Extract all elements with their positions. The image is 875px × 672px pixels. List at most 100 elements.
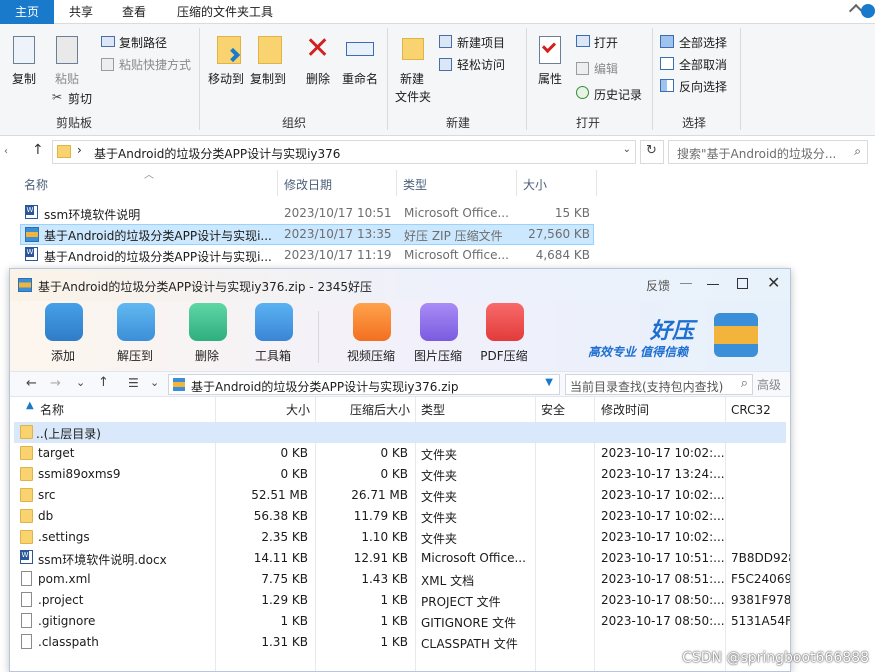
delete-button[interactable]: 删除: [172, 301, 242, 371]
column-header-name[interactable]: 名称: [24, 176, 48, 193]
tab-view[interactable]: 查看: [110, 0, 158, 24]
column-divider[interactable]: [516, 170, 517, 196]
back-arrow-icon[interactable]: ‹: [4, 146, 8, 157]
extract-to-button[interactable]: 解压到: [100, 301, 170, 371]
search-icon[interactable]: ⌕: [741, 376, 748, 391]
close-icon[interactable]: ✕: [767, 274, 780, 292]
archive-row[interactable]: .classpath 1.31 KB 1 KB CLASSPATH 文件: [14, 632, 786, 653]
column-header-size[interactable]: 大小: [523, 176, 547, 193]
breadcrumb-chevron-icon: ›: [77, 143, 82, 157]
column-header-type[interactable]: 类型: [421, 399, 445, 421]
entry-name: .project: [38, 593, 84, 607]
forward-arrow-icon[interactable]: →: [50, 376, 61, 391]
history-dropdown-icon[interactable]: ⌄: [76, 376, 85, 389]
up-arrow-icon[interactable]: ↑: [32, 142, 44, 158]
maximize-icon[interactable]: [737, 278, 748, 289]
archive-row[interactable]: .gitignore 1 KB 1 KB GITIGNORE 文件 2023-1…: [14, 611, 790, 632]
rename-button[interactable]: 重命名: [342, 70, 378, 87]
move-to-button[interactable]: 移动到: [208, 70, 244, 87]
column-header-name[interactable]: 名称: [40, 399, 64, 421]
new-folder-button[interactable]: 新建: [400, 70, 424, 87]
column-header-crc32[interactable]: CRC32: [731, 399, 771, 421]
refresh-button[interactable]: ↻: [640, 140, 664, 164]
edit-button[interactable]: 编辑: [594, 60, 618, 77]
column-divider[interactable]: [396, 170, 397, 196]
back-arrow-icon[interactable]: ←: [26, 376, 37, 391]
copy-button[interactable]: 复制: [12, 70, 36, 87]
archive-row-parent[interactable]: ..(上层目录): [14, 422, 786, 443]
entry-name: pom.xml: [38, 572, 91, 586]
entry-size: 52.51 MB: [251, 488, 308, 502]
entry-name: .classpath: [38, 635, 99, 649]
column-divider[interactable]: [277, 170, 278, 196]
open-button[interactable]: 打开: [594, 34, 618, 51]
advanced-search-link[interactable]: 高级: [757, 376, 781, 393]
tab-share[interactable]: 共享: [57, 0, 105, 24]
cut-button[interactable]: 剪切: [68, 90, 92, 107]
view-dropdown-icon[interactable]: ⌄: [150, 376, 159, 389]
easy-access-button[interactable]: 轻松访问: [457, 56, 505, 73]
view-mode-icon[interactable]: ☰: [128, 376, 139, 390]
minimize-icon[interactable]: [707, 284, 719, 285]
archive-path-field[interactable]: 基于Android的垃圾分类APP设计与实现iy376.zip ▼: [168, 374, 560, 395]
select-all-button[interactable]: 全部选择: [679, 34, 727, 51]
tab-compressed-folder-tools[interactable]: 压缩的文件夹工具: [165, 0, 285, 24]
select-none-button[interactable]: 全部取消: [679, 56, 727, 73]
file-name: 基于Android的垃圾分类APP设计与实现i...: [44, 250, 272, 264]
archive-row[interactable]: .project 1.29 KB 1 KB PROJECT 文件 2023-10…: [14, 590, 790, 611]
copy-path-button[interactable]: 复制路径: [119, 34, 167, 51]
video-compress-button[interactable]: 视频压缩: [336, 301, 406, 371]
file-row[interactable]: ssm环境软件说明 2023/10/17 10:51 Microsoft Off…: [20, 203, 594, 224]
add-button[interactable]: 添加: [28, 301, 98, 371]
invert-selection-button[interactable]: 反向选择: [679, 78, 727, 95]
column-header-type[interactable]: 类型: [403, 176, 427, 193]
paste-button[interactable]: 粘贴: [55, 70, 79, 87]
address-dropdown-icon[interactable]: ⌄: [623, 144, 631, 155]
pdf-compress-button[interactable]: PDF压缩: [469, 301, 539, 371]
entry-modified: 2023-10-17 10:02:...: [601, 488, 725, 502]
toolbox-button[interactable]: 工具箱: [238, 301, 308, 371]
archive-row[interactable]: ssm环境软件说明.docx 14.11 KB 12.91 KB Microso…: [14, 548, 790, 569]
properties-button[interactable]: 属性: [538, 70, 562, 87]
archive-row[interactable]: ssmi89oxms9 0 KB 0 KB 文件夹 2023-10-17 13:…: [14, 464, 786, 485]
archive-search-input[interactable]: 当前目录查找(支持包内查找) ⌕: [565, 374, 753, 395]
recycle-bin-icon: [189, 303, 227, 341]
delete-button[interactable]: 删除: [306, 70, 330, 87]
file-row[interactable]: 基于Android的垃圾分类APP设计与实现i... 2023/10/17 11…: [20, 245, 594, 266]
haozip-titlebar[interactable]: 基于Android的垃圾分类APP设计与实现iy376.zip - 2345好压…: [10, 269, 790, 301]
new-item-button[interactable]: 新建项目: [457, 34, 505, 51]
archive-row[interactable]: src 52.51 MB 26.71 MB 文件夹 2023-10-17 10:…: [14, 485, 786, 506]
column-header-security[interactable]: 安全: [541, 399, 565, 421]
column-divider[interactable]: [596, 170, 597, 196]
column-header-modified[interactable]: 修改时间: [601, 399, 649, 421]
column-header-size[interactable]: 大小: [216, 399, 310, 421]
search-box[interactable]: 搜索"基于Android的垃圾分... ⌕: [668, 140, 868, 164]
history-button[interactable]: 历史记录: [594, 86, 642, 103]
tab-home[interactable]: 主页: [0, 0, 54, 24]
archive-row[interactable]: target 0 KB 0 KB 文件夹 2023-10-17 10:02:..…: [14, 443, 786, 464]
brand-logo-icon: [714, 313, 758, 357]
folder-icon: [20, 425, 33, 439]
address-bar[interactable]: › 基于Android的垃圾分类APP设计与实现iy376 ⌄: [52, 140, 636, 164]
breadcrumb[interactable]: 基于Android的垃圾分类APP设计与实现iy376: [94, 145, 340, 162]
help-icon[interactable]: [861, 4, 875, 18]
archive-path: 基于Android的垃圾分类APP设计与实现iy376.zip: [191, 380, 459, 394]
feedback-link[interactable]: 反馈: [646, 277, 670, 294]
new-folder-button-line2: 文件夹: [395, 90, 432, 104]
paste-shortcut-button[interactable]: 粘贴快捷方式: [119, 56, 191, 73]
image-compress-button[interactable]: 图片压缩: [403, 301, 473, 371]
archive-row[interactable]: db 56.38 KB 11.79 KB 文件夹 2023-10-17 10:0…: [14, 506, 786, 527]
search-icon[interactable]: ⌕: [854, 144, 861, 159]
path-dropdown-icon[interactable]: ▼: [545, 377, 553, 388]
column-header-packed-size[interactable]: 压缩后大小: [316, 399, 410, 421]
group-divider: [526, 28, 527, 130]
copy-to-button[interactable]: 复制到: [250, 70, 286, 87]
entry-type: 文件夹: [421, 490, 458, 504]
delete-label: 删除: [194, 349, 219, 363]
copy-to-icon: [258, 36, 282, 64]
file-row-selected[interactable]: 基于Android的垃圾分类APP设计与实现i... 2023/10/17 13…: [20, 224, 594, 245]
column-header-date[interactable]: 修改日期: [284, 176, 332, 193]
archive-row[interactable]: pom.xml 7.75 KB 1.43 KB XML 文档 2023-10-1…: [14, 569, 790, 590]
archive-row[interactable]: .settings 2.35 KB 1.10 KB 文件夹 2023-10-17…: [14, 527, 786, 548]
up-arrow-icon[interactable]: ↑: [98, 375, 109, 390]
